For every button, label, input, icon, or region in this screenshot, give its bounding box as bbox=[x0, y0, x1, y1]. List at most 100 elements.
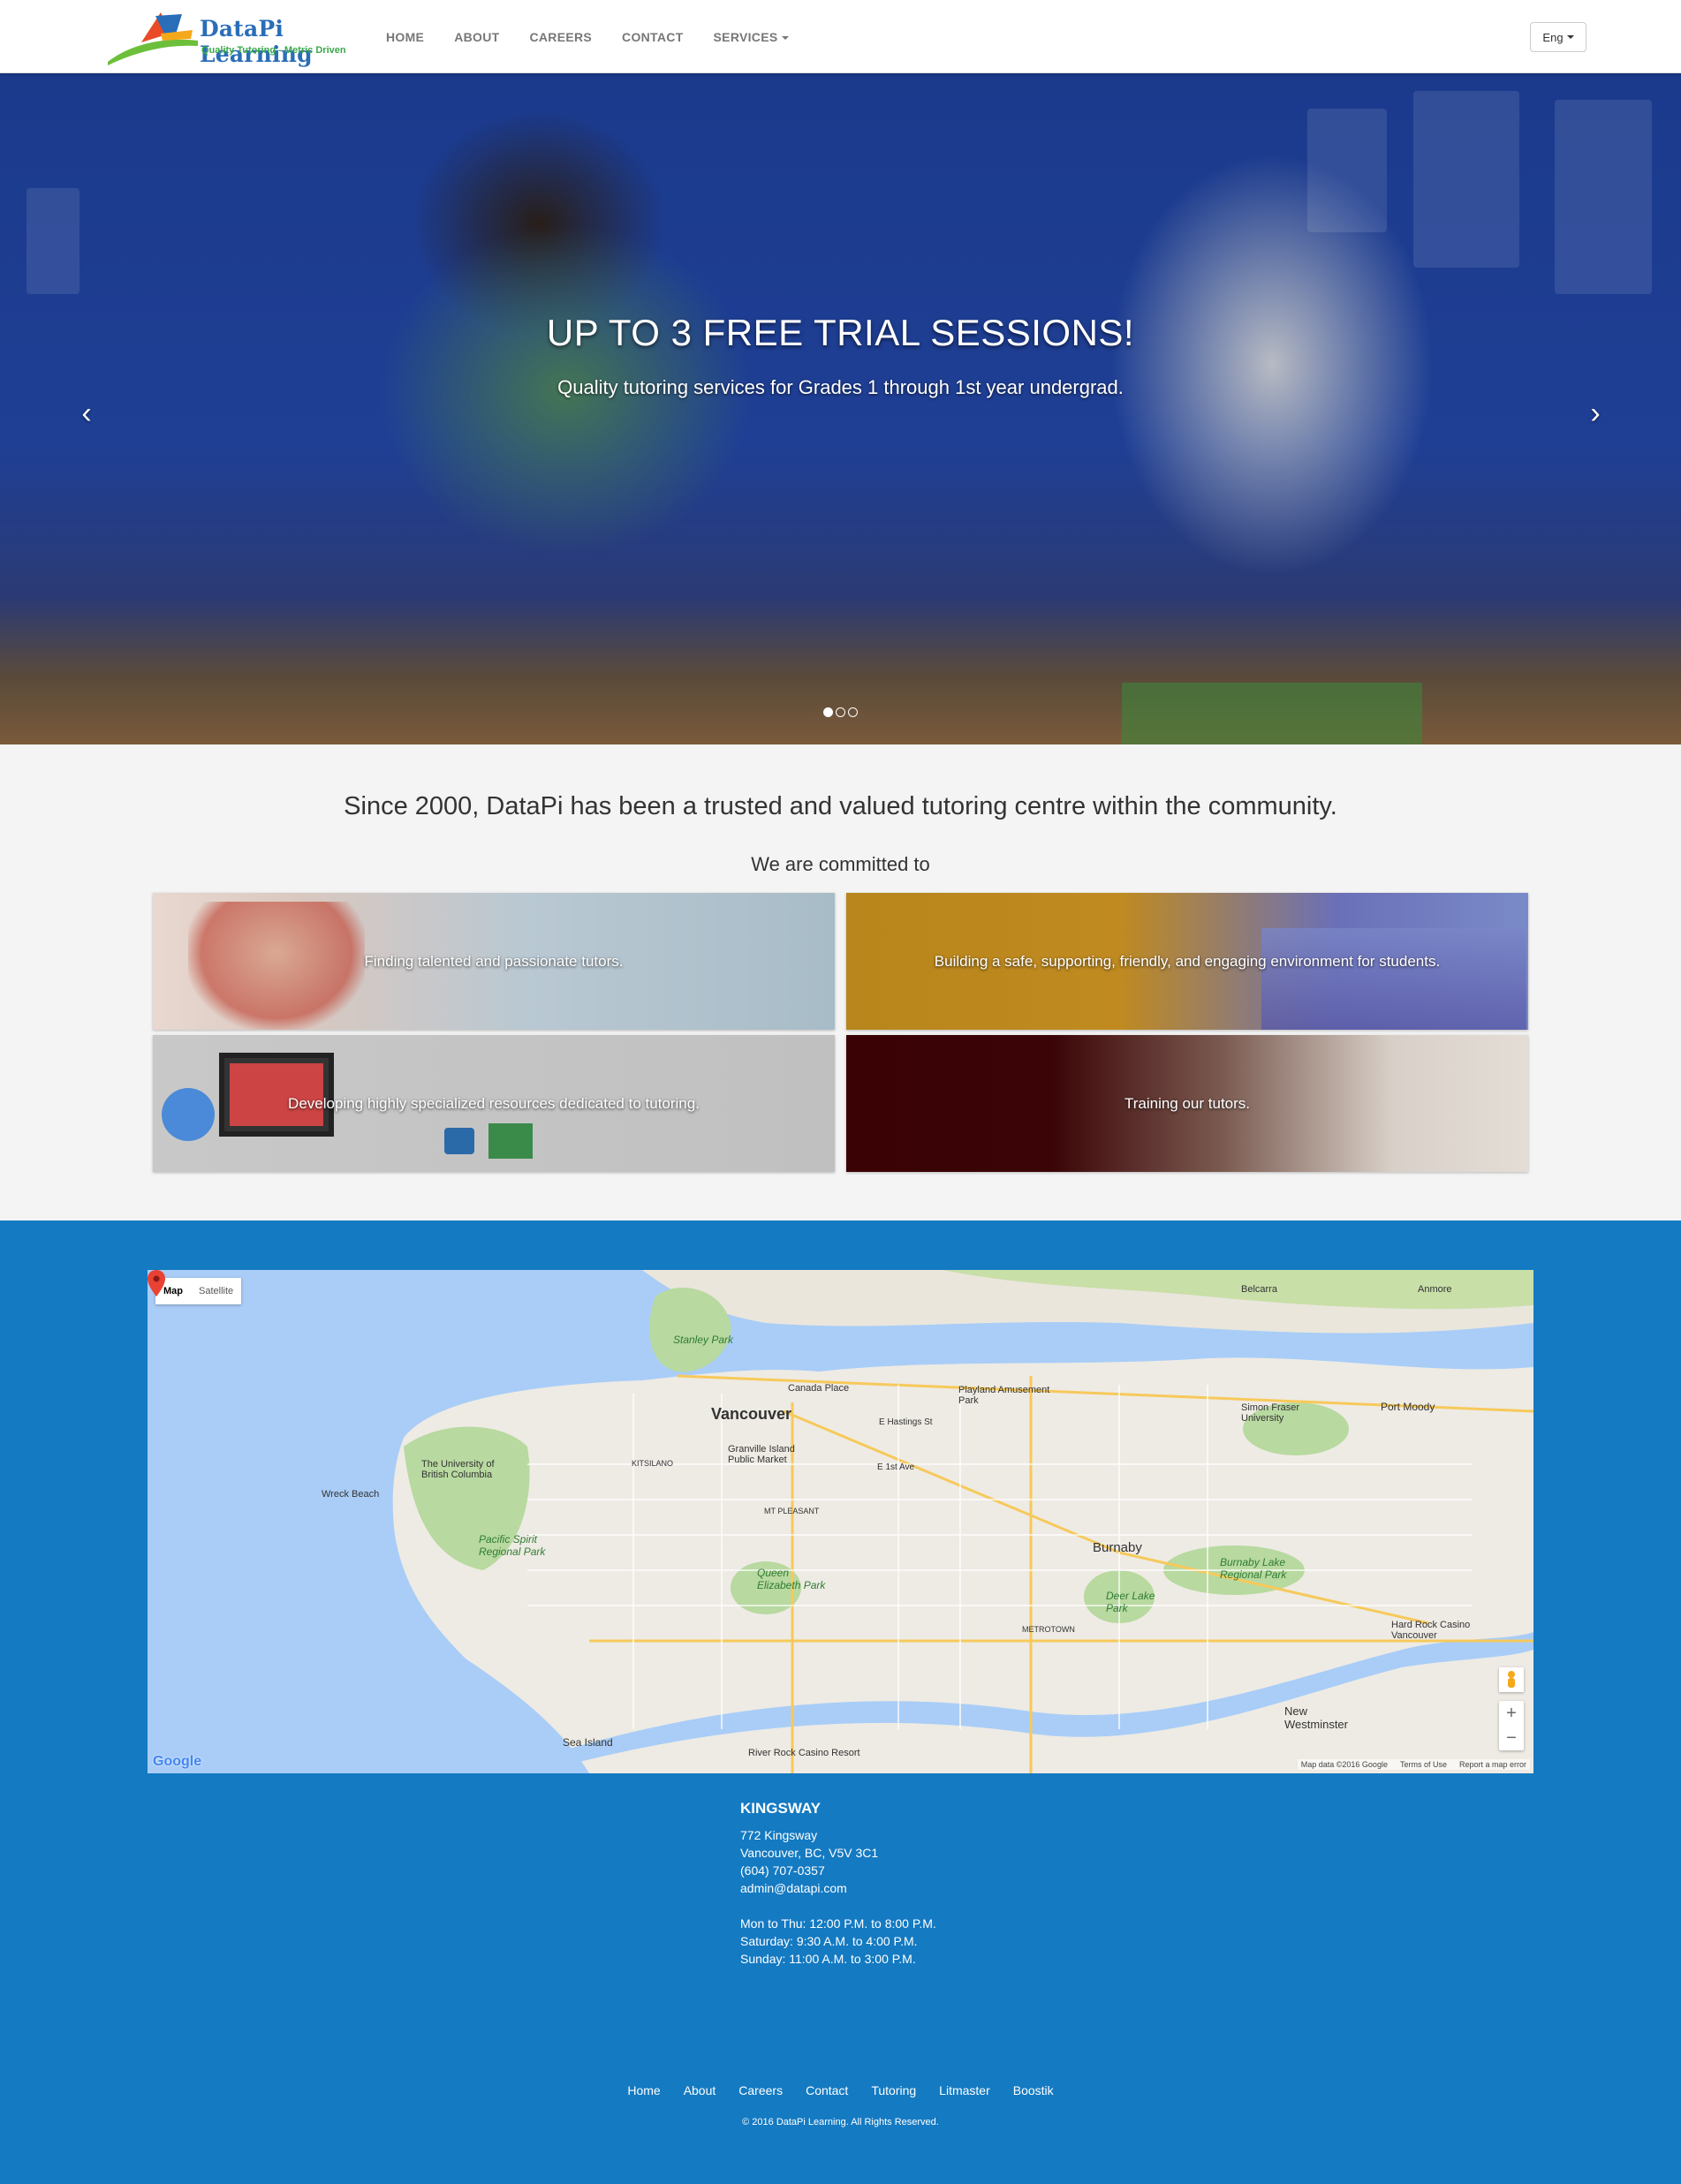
tile-text: Finding talented and passionate tutors. bbox=[364, 952, 624, 970]
map-label-ubc: The University of British Columbia bbox=[421, 1459, 495, 1480]
map-terms-link[interactable]: Terms of Use bbox=[1400, 1760, 1447, 1769]
main-nav: HOME ABOUT CAREERS CONTACT SERVICES bbox=[371, 0, 804, 73]
footer-nav: Home About Careers Contact Tutoring Litm… bbox=[0, 2083, 1681, 2097]
location-name: KINGSWAY bbox=[740, 1800, 822, 1817]
logo-tagline: Quality Tutoring - Metric Driven bbox=[201, 45, 346, 56]
hero-desk-object bbox=[1122, 683, 1422, 744]
street-view-pegman-icon[interactable] bbox=[1499, 1667, 1524, 1692]
footer-link-boostik[interactable]: Boostik bbox=[1013, 2083, 1054, 2097]
caret-down-icon bbox=[1566, 35, 1574, 39]
footer-link-tutoring[interactable]: Tutoring bbox=[871, 2083, 916, 2097]
carousel-dot-3[interactable] bbox=[848, 707, 858, 717]
intro-headline: Since 2000, DataPi has been a trusted an… bbox=[344, 792, 1337, 820]
map-label-playland: Playland Amusement Park bbox=[958, 1385, 1050, 1406]
map-label-river-rock: River Rock Casino Resort bbox=[748, 1748, 860, 1758]
committed-heading: We are committed to bbox=[751, 853, 930, 875]
google-logo: Google bbox=[153, 1754, 202, 1769]
map-type-satellite[interactable]: Satellite bbox=[191, 1278, 241, 1304]
nav-services[interactable]: SERVICES bbox=[699, 30, 804, 44]
notebook-icon bbox=[488, 1123, 533, 1159]
phone-number[interactable]: (604) 707-0357 bbox=[740, 1862, 936, 1879]
map-report-link[interactable]: Report a map error bbox=[1459, 1760, 1526, 1769]
footer-link-litmaster[interactable]: Litmaster bbox=[939, 2083, 990, 2097]
email-address[interactable]: admin@datapi.com bbox=[740, 1879, 936, 1897]
map-type-control: Map Satellite bbox=[155, 1278, 242, 1304]
logo-text: DataPi Learning bbox=[200, 16, 313, 67]
map-label-hard-rock: Hard Rock Casino Vancouver bbox=[1391, 1620, 1471, 1641]
tile-training: Training our tutors. bbox=[846, 1035, 1528, 1172]
map-label-burnaby-lake: Burnaby Lake Regional Park bbox=[1220, 1556, 1287, 1581]
map-label-sea-island: Sea Island bbox=[563, 1736, 613, 1749]
navbar: DataPi Learning Quality Tutoring - Metri… bbox=[0, 0, 1681, 73]
carousel-next-icon[interactable]: › bbox=[1578, 396, 1613, 431]
carousel-prev-icon[interactable]: ‹ bbox=[69, 396, 104, 431]
google-map[interactable]: Map Satellite Vancouver Burnaby New West… bbox=[148, 1270, 1533, 1773]
tile-text: Building a safe, supporting, friendly, a… bbox=[934, 952, 1441, 970]
tile-tutors: Finding talented and passionate tutors. bbox=[153, 893, 835, 1030]
hours-weekday: Mon to Thu: 12:00 P.M. to 8:00 P.M. bbox=[740, 1916, 936, 1931]
location-info: KINGSWAY 772 Kingsway Vancouver, BC, V5V… bbox=[740, 1800, 936, 1968]
caret-down-icon bbox=[781, 35, 789, 40]
map-label-metrotown: METROTOWN bbox=[1022, 1625, 1075, 1634]
zoom-in-button[interactable]: + bbox=[1499, 1701, 1524, 1726]
map-label-queen-elizabeth: Queen Elizabeth Park bbox=[757, 1567, 826, 1591]
footer-link-home[interactable]: Home bbox=[627, 2083, 660, 2097]
carousel-indicators bbox=[823, 707, 858, 717]
tile-photo-shape bbox=[1261, 928, 1526, 1030]
hero-locker-shape bbox=[1307, 109, 1387, 232]
map-label-new-westminster: New Westminster bbox=[1284, 1704, 1348, 1731]
map-label-stanley-park: Stanley Park bbox=[673, 1334, 734, 1346]
tile-text: Training our tutors. bbox=[1124, 1094, 1251, 1112]
footer-link-about[interactable]: About bbox=[684, 2083, 716, 2097]
map-label-pacific-spirit: Pacific Spirit Regional Park bbox=[479, 1533, 546, 1558]
map-attribution: Map data ©2016 Google Terms of Use Repor… bbox=[1297, 1759, 1530, 1770]
map-label-port-moody: Port Moody bbox=[1381, 1401, 1435, 1413]
language-dropdown[interactable]: Eng bbox=[1530, 22, 1586, 52]
nav-about[interactable]: ABOUT bbox=[439, 30, 514, 44]
hero-carousel: UP TO 3 FREE TRIAL SESSIONS! Quality tut… bbox=[0, 73, 1681, 744]
tile-resources: Developing highly specialized resources … bbox=[153, 1035, 835, 1172]
carousel-dot-1[interactable] bbox=[823, 707, 833, 717]
map-label-deer-lake: Deer Lake Park bbox=[1106, 1590, 1155, 1614]
map-zoom-control: + − bbox=[1499, 1701, 1524, 1750]
map-label-belcarra: Belcarra bbox=[1241, 1284, 1277, 1295]
address-line-1: 772 Kingsway bbox=[740, 1828, 818, 1842]
map-label-vancouver: Vancouver bbox=[711, 1405, 792, 1423]
hero-locker-shape bbox=[27, 188, 80, 294]
hours-saturday: Saturday: 9:30 A.M. to 4:00 P.M. bbox=[740, 1934, 918, 1948]
nav-careers[interactable]: CAREERS bbox=[514, 30, 607, 44]
globe-icon bbox=[162, 1088, 215, 1141]
map-label-kitsilano: KITSILANO bbox=[632, 1459, 674, 1468]
map-label-sfu: Simon Fraser University bbox=[1241, 1402, 1300, 1424]
logo[interactable]: DataPi Learning Quality Tutoring - Metri… bbox=[106, 7, 362, 67]
tile-environment: Building a safe, supporting, friendly, a… bbox=[846, 893, 1528, 1030]
nav-contact[interactable]: CONTACT bbox=[607, 30, 699, 44]
map-label-mt-pleasant: MT PLEASANT bbox=[764, 1507, 820, 1515]
tile-text: Developing highly specialized resources … bbox=[288, 1094, 700, 1112]
footer-link-careers[interactable]: Careers bbox=[738, 2083, 783, 2097]
hours-sunday: Sunday: 11:00 A.M. to 3:00 P.M. bbox=[740, 1952, 916, 1966]
hero-subtitle: Quality tutoring services for Grades 1 t… bbox=[557, 376, 1124, 398]
hero-locker-shape bbox=[1413, 91, 1519, 268]
nav-services-label: SERVICES bbox=[713, 29, 778, 44]
hero-locker-shape bbox=[1555, 100, 1652, 294]
map-label-burnaby: Burnaby bbox=[1093, 1540, 1142, 1555]
map-label-anmore: Anmore bbox=[1418, 1284, 1452, 1295]
logo-mark-icon bbox=[108, 12, 198, 65]
copyright: © 2016 DataPi Learning. All Rights Reser… bbox=[742, 2117, 939, 2127]
hero-title: UP TO 3 FREE TRIAL SESSIONS! bbox=[546, 312, 1135, 353]
map-label-granville: Granville Island Public Market bbox=[728, 1444, 795, 1465]
carousel-dot-2[interactable] bbox=[836, 707, 845, 717]
nav-home[interactable]: HOME bbox=[371, 30, 439, 44]
map-label-e-hastings: E Hastings St bbox=[879, 1417, 933, 1427]
language-label: Eng bbox=[1542, 30, 1564, 44]
map-marker-icon[interactable] bbox=[148, 1270, 165, 1296]
map-canvas bbox=[392, 1270, 1533, 1773]
zoom-out-button[interactable]: − bbox=[1499, 1726, 1524, 1750]
map-label-wreck-beach: Wreck Beach bbox=[322, 1489, 380, 1500]
address-line-2: Vancouver, BC, V5V 3C1 bbox=[740, 1846, 879, 1860]
camera-icon bbox=[444, 1128, 474, 1154]
footer-link-contact[interactable]: Contact bbox=[806, 2083, 848, 2097]
tile-photo-shape bbox=[188, 902, 365, 1030]
map-data-text: Map data ©2016 Google bbox=[1300, 1760, 1388, 1769]
